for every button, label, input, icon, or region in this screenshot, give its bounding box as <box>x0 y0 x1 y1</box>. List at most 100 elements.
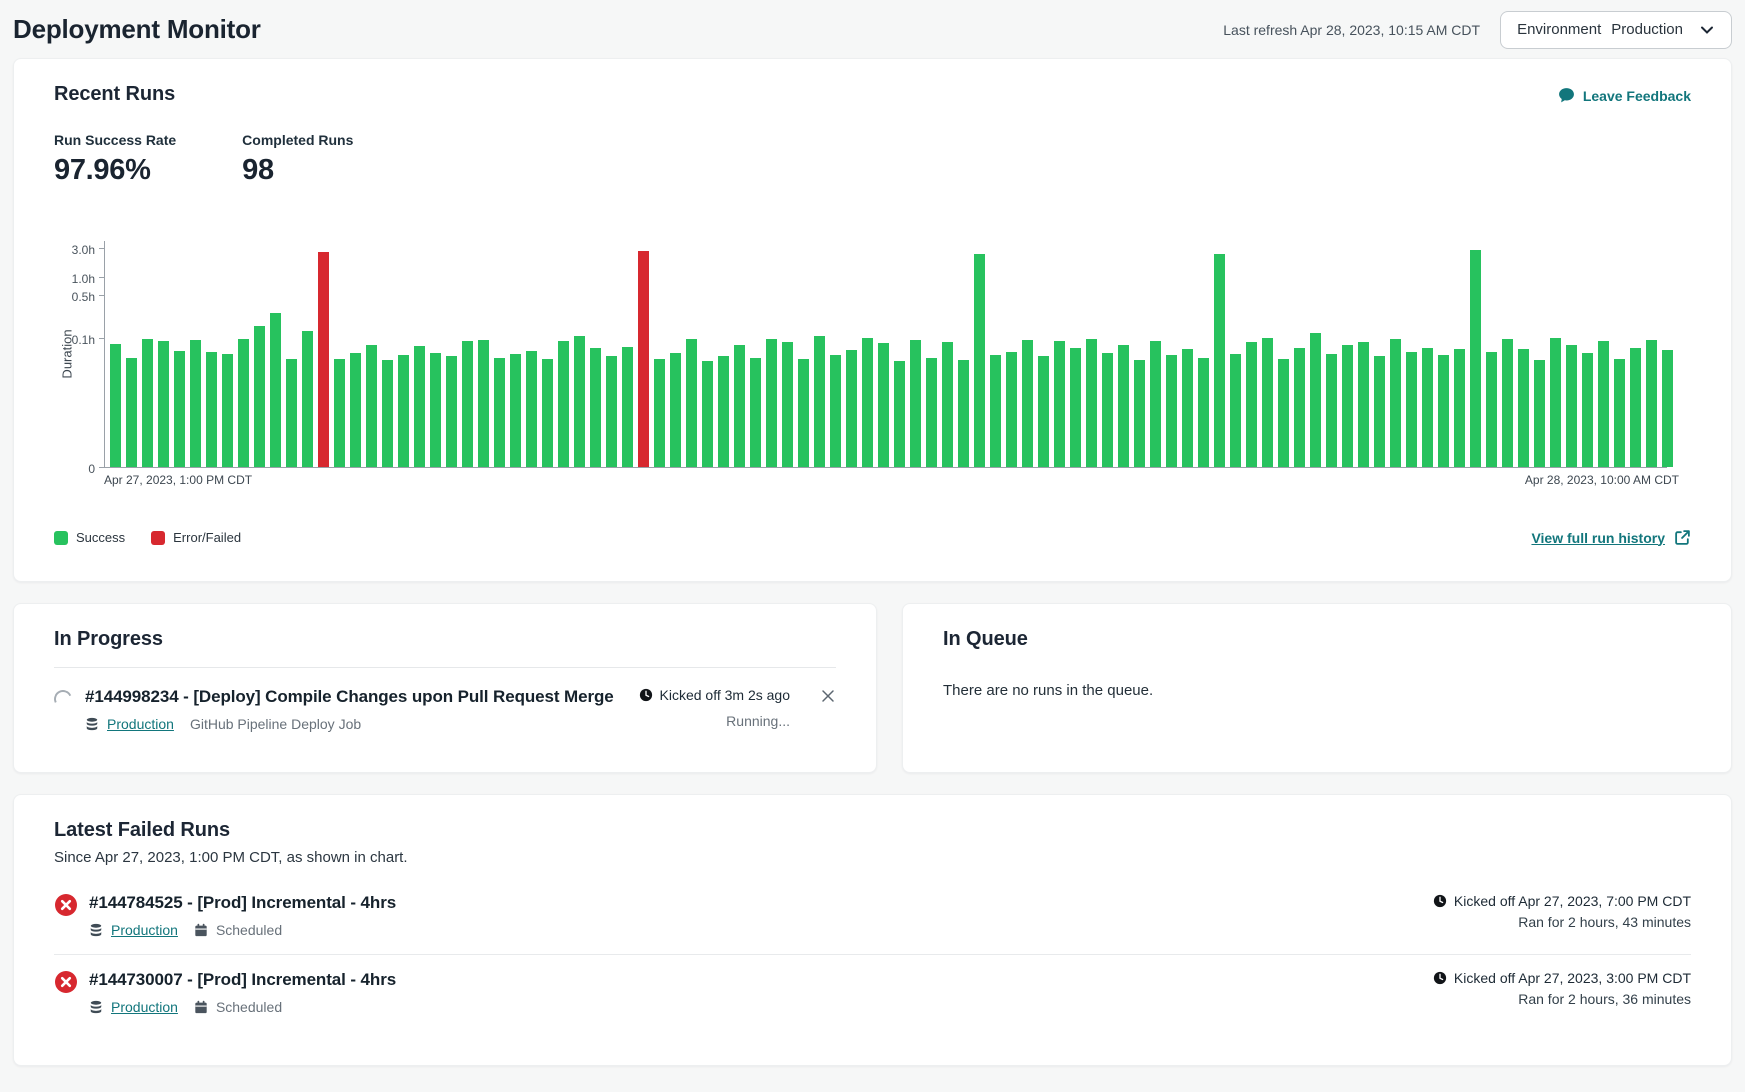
run-bar-success[interactable] <box>1310 333 1321 467</box>
run-bar-success[interactable] <box>1326 354 1337 467</box>
environment-link[interactable]: Production <box>111 922 178 938</box>
run-bar-success[interactable] <box>846 350 857 467</box>
run-bar-success[interactable] <box>686 339 697 467</box>
run-bar-success[interactable] <box>1038 356 1049 467</box>
run-bar-success[interactable] <box>270 313 281 467</box>
run-bar-success[interactable] <box>1614 359 1625 467</box>
environment-link[interactable]: Production <box>111 999 178 1015</box>
run-bar-success[interactable] <box>1198 358 1209 467</box>
run-bar-success[interactable] <box>398 355 409 467</box>
run-bar-success[interactable] <box>1086 339 1097 467</box>
run-bar-success[interactable] <box>974 254 985 467</box>
run-bar-success[interactable] <box>510 354 521 467</box>
run-bar-success[interactable] <box>382 360 393 467</box>
run-bar-success[interactable] <box>158 341 169 467</box>
run-bar-success[interactable] <box>1006 352 1017 467</box>
run-bar-success[interactable] <box>430 353 441 467</box>
run-bar-success[interactable] <box>1134 360 1145 467</box>
run-bar-success[interactable] <box>910 340 921 467</box>
run-bar-success[interactable] <box>526 351 537 467</box>
run-bar-success[interactable] <box>1662 350 1673 467</box>
run-bar-success[interactable] <box>1230 354 1241 467</box>
run-bar-success[interactable] <box>750 358 761 467</box>
run-bar-success[interactable] <box>958 360 969 467</box>
run-bar-success[interactable] <box>1470 250 1481 467</box>
run-bar-success[interactable] <box>1518 349 1529 467</box>
run-bar-success[interactable] <box>734 345 745 467</box>
environment-dropdown[interactable]: Environment Production <box>1500 11 1732 49</box>
run-bar-success[interactable] <box>446 356 457 467</box>
run-bar-success[interactable] <box>798 359 809 467</box>
run-bar-success[interactable] <box>1454 349 1465 467</box>
run-bar-success[interactable] <box>1502 339 1513 467</box>
run-bar-success[interactable] <box>478 340 489 467</box>
run-bar-success[interactable] <box>894 361 905 467</box>
run-bar-success[interactable] <box>766 339 777 467</box>
run-bar-success[interactable] <box>702 361 713 467</box>
run-bar-success[interactable] <box>1118 345 1129 467</box>
run-bar-success[interactable] <box>302 331 313 467</box>
run-bar-success[interactable] <box>942 342 953 467</box>
view-full-run-history-link[interactable]: View full run history <box>1531 529 1691 546</box>
run-bar-success[interactable] <box>1390 339 1401 467</box>
run-bar-success[interactable] <box>174 351 185 467</box>
run-bar-success[interactable] <box>1342 345 1353 467</box>
run-bar-success[interactable] <box>1182 349 1193 467</box>
run-bar-success[interactable] <box>462 341 473 467</box>
run-bar-success[interactable] <box>1374 356 1385 467</box>
run-bar-success[interactable] <box>1550 338 1561 467</box>
run-bar-success[interactable] <box>414 346 425 467</box>
close-icon[interactable] <box>820 688 836 704</box>
run-bar-success[interactable] <box>558 341 569 467</box>
run-bar-success[interactable] <box>238 339 249 467</box>
run-bar-success[interactable] <box>1598 341 1609 467</box>
run-bar-success[interactable] <box>1422 348 1433 467</box>
run-bar-success[interactable] <box>1102 353 1113 467</box>
run-bar-success[interactable] <box>1406 352 1417 467</box>
run-bar-success[interactable] <box>142 339 153 467</box>
run-bar-success[interactable] <box>1054 341 1065 467</box>
run-bar-success[interactable] <box>1262 338 1273 467</box>
run-bar-success[interactable] <box>878 343 889 467</box>
run-bar-success[interactable] <box>254 326 265 467</box>
run-bar-success[interactable] <box>574 336 585 467</box>
run-bar-success[interactable] <box>862 338 873 467</box>
run-bar-success[interactable] <box>622 347 633 467</box>
run-bar-success[interactable] <box>206 352 217 467</box>
run-bar-failed[interactable] <box>318 252 329 467</box>
run-bar-success[interactable] <box>1166 355 1177 467</box>
run-bar-success[interactable] <box>814 336 825 467</box>
run-bar-success[interactable] <box>1566 345 1577 467</box>
run-bar-success[interactable] <box>1214 254 1225 467</box>
run-bar-success[interactable] <box>718 356 729 467</box>
run-bar-success[interactable] <box>1294 348 1305 467</box>
run-bar-success[interactable] <box>190 340 201 467</box>
run-bar-success[interactable] <box>222 354 233 467</box>
run-bar-success[interactable] <box>654 359 665 467</box>
run-bar-success[interactable] <box>494 358 505 467</box>
run-bar-success[interactable] <box>1246 342 1257 467</box>
run-bar-success[interactable] <box>286 359 297 467</box>
run-bar-success[interactable] <box>1534 360 1545 467</box>
run-bar-success[interactable] <box>1358 342 1369 467</box>
run-bar-success[interactable] <box>542 359 553 467</box>
environment-link[interactable]: Production <box>107 716 174 732</box>
run-bar-failed[interactable] <box>638 251 649 467</box>
run-bar-success[interactable] <box>1486 352 1497 467</box>
run-bar-success[interactable] <box>606 356 617 467</box>
run-bar-success[interactable] <box>366 345 377 467</box>
run-bar-success[interactable] <box>830 355 841 467</box>
run-bar-success[interactable] <box>926 358 937 467</box>
run-bar-success[interactable] <box>1278 359 1289 467</box>
run-bar-success[interactable] <box>1022 340 1033 467</box>
run-bar-success[interactable] <box>1150 341 1161 467</box>
run-bar-success[interactable] <box>126 358 137 467</box>
run-bar-success[interactable] <box>350 353 361 467</box>
run-bar-success[interactable] <box>110 344 121 467</box>
run-bar-success[interactable] <box>590 348 601 467</box>
run-bar-success[interactable] <box>782 342 793 467</box>
run-bar-success[interactable] <box>1438 355 1449 467</box>
run-bar-success[interactable] <box>990 355 1001 467</box>
leave-feedback-button[interactable]: Leave Feedback <box>1558 87 1691 104</box>
run-bar-success[interactable] <box>1070 348 1081 467</box>
